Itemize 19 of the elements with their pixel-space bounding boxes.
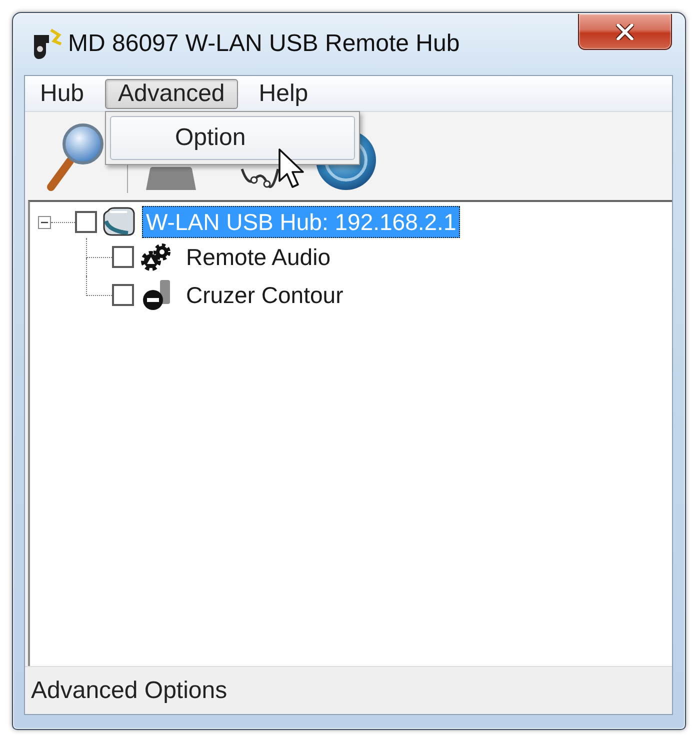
menu-item[interactable]: Hub	[27, 78, 98, 108]
app-icon	[32, 28, 62, 60]
checkbox[interactable]	[75, 211, 97, 233]
close-icon	[616, 24, 634, 40]
menu-item[interactable]: Help	[246, 78, 322, 108]
cursor-icon	[278, 148, 305, 190]
status-text: Advanced Options	[31, 676, 228, 704]
menu-item[interactable]: Advanced	[105, 78, 238, 108]
search-icon[interactable]	[45, 121, 105, 193]
tree-item[interactable]: Remote Audio	[182, 241, 334, 273]
checkbox[interactable]	[112, 246, 134, 268]
close-button[interactable]	[578, 14, 672, 50]
device-icon[interactable]	[146, 166, 196, 191]
tree-item[interactable]: Cruzer Contour	[182, 279, 348, 311]
menu-option[interactable]: Option	[110, 116, 355, 160]
collapse-icon[interactable]	[38, 216, 51, 228]
window-title: MD 86097 W-LAN USB Remote Hub	[68, 30, 460, 58]
checkbox[interactable]	[112, 284, 134, 306]
drive-icon	[103, 207, 135, 237]
